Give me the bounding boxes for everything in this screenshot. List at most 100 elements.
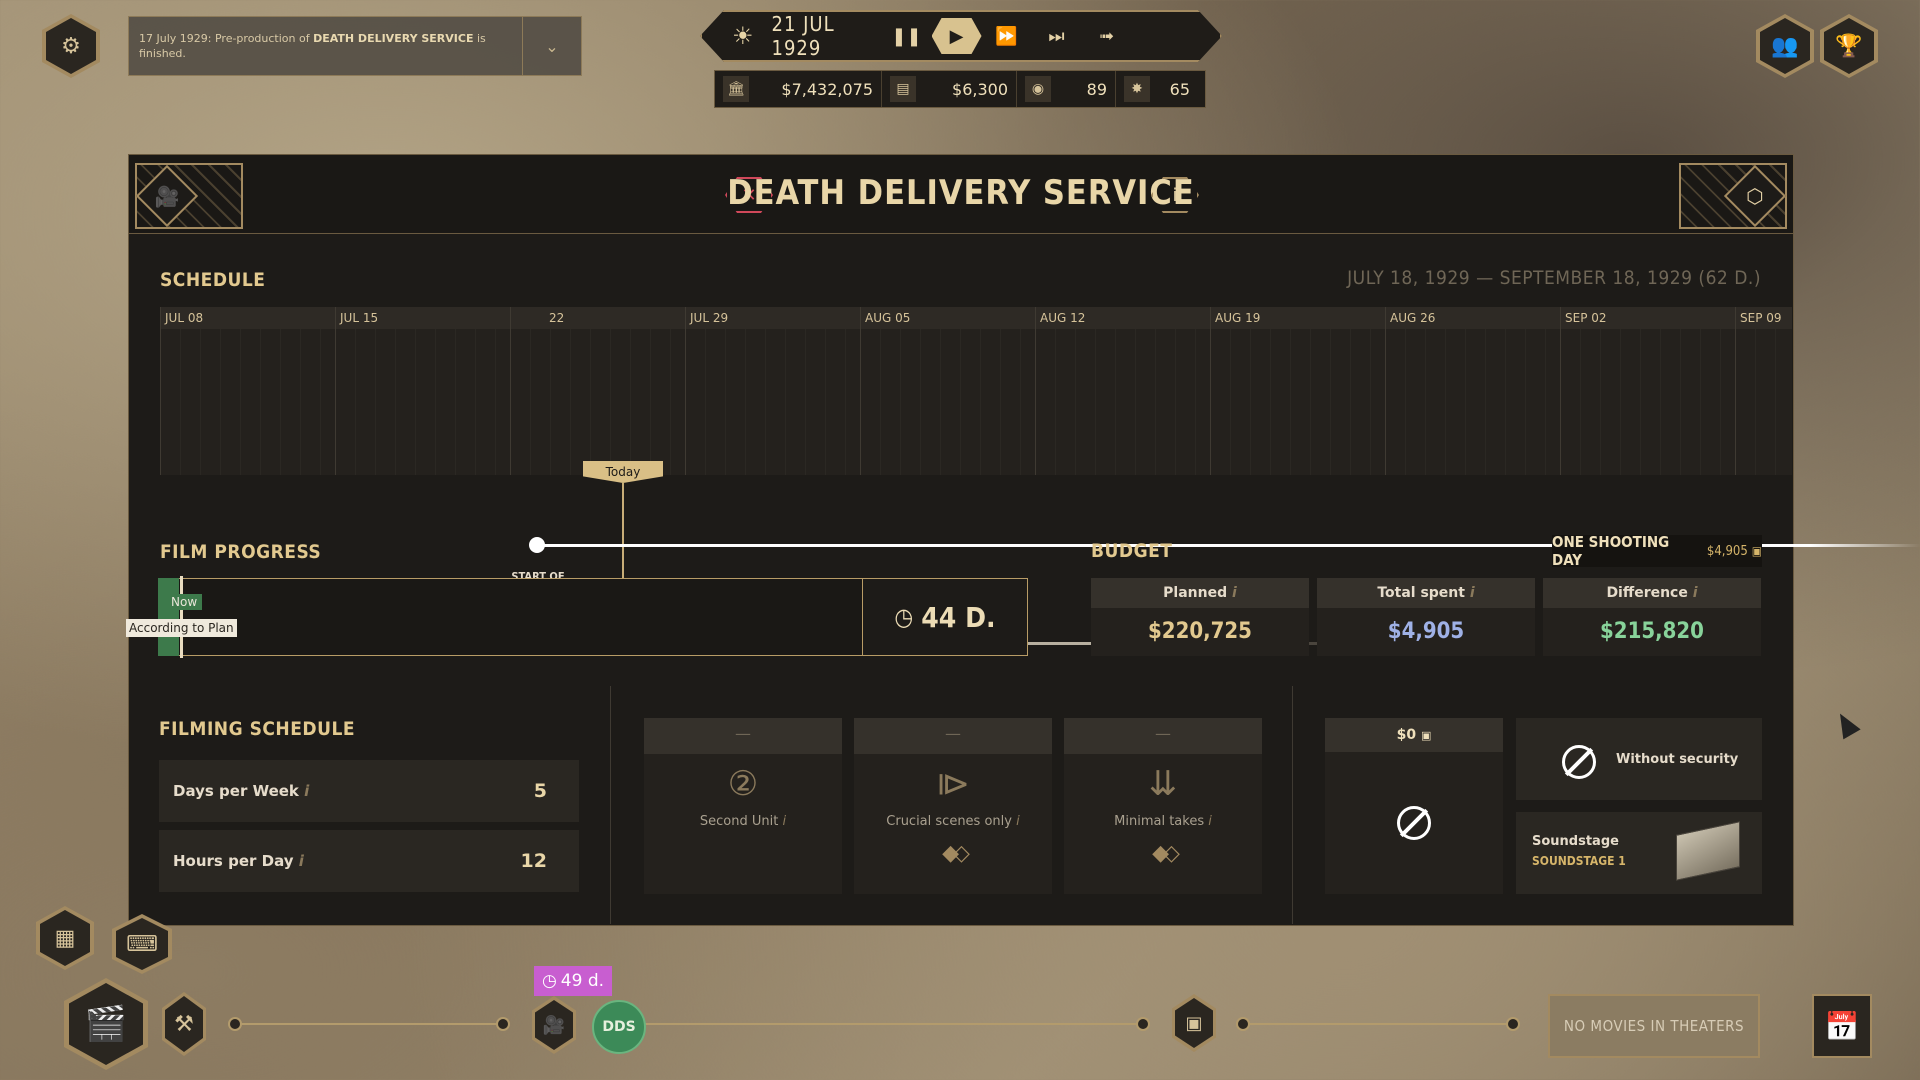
time-controls: ☀ 21 JUL 1929 ❚❚ ▶ ⏩ ⏭ ➟ [700,10,1222,62]
info-icon[interactable]: i [1208,814,1212,829]
people-icon: 👥 [1760,18,1810,74]
chevron-down-icon: ⌄ [545,36,559,56]
option-second-unit[interactable]: — ② Second Unit i [644,718,842,894]
production-duration-badge: ◷ 49 d. [534,966,612,996]
info-icon[interactable]: i [1693,585,1698,601]
info-icon[interactable]: i [782,814,786,829]
week-column: AUG 26 [1385,307,1561,475]
film-progress-bar [158,578,863,656]
settings-button[interactable]: ⚙ [42,14,100,78]
schedule-heading: SCHEDULE [160,269,266,291]
track-node [228,1017,242,1031]
stars-display: ✸ 65 [1116,71,1198,107]
notification-banner: 17 July 1929: Pre-production of DEATH DE… [128,16,582,76]
week-column: SEP 02 [1560,307,1736,475]
crucial-scenes-icon: ⧐ [936,764,970,804]
track-node [1506,1017,1520,1031]
typewriter-icon: ⌨ [116,918,168,970]
notification-expand-button[interactable]: ⌄ [522,17,581,75]
notification-text: 17 July 1929: Pre-production of DEATH DE… [139,32,486,60]
pause-icon: ❚❚ [891,25,922,47]
productions-button[interactable]: 🎬 [64,978,148,1070]
filming-stage-button[interactable]: 🎥 [532,996,576,1054]
calendar-button[interactable]: 📅 [1812,994,1872,1058]
reputation-display: ◉ 89 [1017,71,1116,107]
info-icon[interactable]: i [304,782,309,800]
option-crucial-scenes[interactable]: — ⧐ Crucial scenes only i ◆◇ [854,718,1052,894]
info-icon: i [1172,184,1178,206]
second-unit-icon: ② [727,764,759,804]
clock-icon: ◷ [541,971,557,991]
info-icon[interactable]: i [299,852,304,870]
track-node [1236,1017,1250,1031]
divider [610,686,611,924]
release-stage-button[interactable]: ▣ [1172,994,1216,1052]
film-progress-fill [158,578,179,656]
minimal-takes-icon: ⇊ [1148,764,1178,804]
staff-button[interactable]: 👥 [1756,14,1814,78]
document-icon: ▦ [40,910,90,966]
now-label: Now [166,594,203,610]
movie-title: DEATH DELIVERY SERVICE [727,173,1195,213]
hours-per-day-value: 12 [520,850,547,872]
track-node [1136,1017,1150,1031]
clapperboard-icon: 🎬 [69,983,143,1065]
movie-badge[interactable]: DDS [592,1000,646,1054]
budget-difference: Difference i $215,820 [1543,578,1761,656]
days-per-week-value: 5 [533,780,547,802]
gear-icon: ⚙ [46,18,96,74]
option-minimal-takes[interactable]: — ⇊ Minimal takes i ◆◇ [1064,718,1262,894]
faster-button[interactable]: ⏭ [1032,18,1082,54]
info-icon[interactable]: i [1016,814,1020,829]
clock-icon: ◷ [894,603,914,631]
week-column: AUG 12 [1035,307,1211,475]
pipeline-track [1238,1023,1516,1025]
week-column: JUL 15 [335,307,511,475]
sun-icon: ☀ [732,22,754,50]
days-per-week-row[interactable]: Days per Week i 5 [159,760,579,822]
skip-icon: ➟ [1098,25,1115,47]
week-column: JUL 29 [685,307,861,475]
money-display: 🏛 $7,432,075 [715,71,882,107]
pause-button[interactable]: ❚❚ [882,18,932,54]
filming-start-dot[interactable] [529,537,545,553]
remaining-days: ◷ 44 D. [862,578,1028,656]
week-column: JUL 08 [160,307,336,475]
filming-schedule-heading: FILMING SCHEDULE [159,718,356,740]
resource-bar: 🏛 $7,432,075 ▤ $6,300 ◉ 89 ✸ 65 [714,70,1206,108]
info-icon[interactable]: i [1470,585,1475,601]
week-column: SEP 09 [1735,307,1792,475]
without-security-button[interactable]: Without security [1516,718,1762,800]
awards-button[interactable]: 🏆 [1820,14,1878,78]
eye-icon: ◉ [1025,76,1051,102]
tools-button[interactable]: ⚒ [162,992,206,1056]
camera-icon: 🎥 [535,1000,573,1050]
film-progress-heading: FILM PROGRESS [160,541,322,563]
scripts-button[interactable]: ▦ [36,906,94,970]
level-diamonds-icon: ◆◇ [942,841,970,866]
play-button[interactable]: ▶ [932,18,982,54]
pipeline-track [232,1023,506,1025]
calendar-icon: ▣ [1751,544,1762,558]
soundstage-selector[interactable]: Soundstage SOUNDSTAGE 1 [1516,812,1762,894]
security-option[interactable]: $0 ▣ [1325,718,1503,894]
bank-icon: 🏛 [723,76,749,102]
week-column: 22 [510,307,686,475]
faster-icon: ⏭ [1048,25,1065,47]
fast-forward-button[interactable]: ⏩ [982,18,1032,54]
income-display: ▤ $6,300 [882,71,1017,107]
tools-icon: ⚒ [165,996,203,1052]
schedule-timeline[interactable]: JUL 08 JUL 15 22 JUL 29 AUG 05 AUG 12 AU… [160,307,1792,475]
week-column: AUG 19 [1210,307,1386,475]
hours-per-day-row[interactable]: Hours per Day i 12 [159,830,579,892]
ban-icon [1562,745,1596,779]
info-icon[interactable]: i [1232,585,1237,601]
film-frame-icon: ▣ [1175,998,1213,1048]
skip-button[interactable]: ➟ [1082,18,1132,54]
week-column: AUG 05 [860,307,1036,475]
theaters-status[interactable]: NO MOVIES IN THEATERS [1548,994,1760,1058]
play-icon: ▶ [949,25,964,47]
today-marker: Today [583,461,663,483]
panel-header: 🎥 ⬡ ✕ DEATH DELIVERY SERVICE i [129,155,1793,234]
budget-planned: Planned i $220,725 [1091,578,1309,656]
